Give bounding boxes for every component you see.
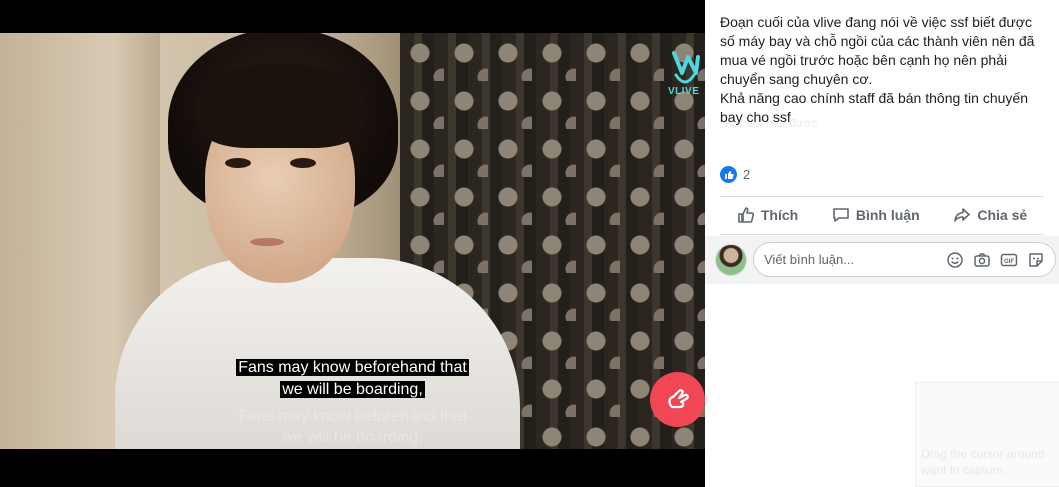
comment-input-icons: GIF	[946, 251, 1045, 269]
like-button[interactable]: Thích	[737, 206, 798, 224]
post-paragraph-1: Đoạn cuối của vlive đang nói về việc ssf…	[720, 14, 1035, 87]
ghost-text: việc ssf biết được	[723, 116, 818, 130]
post-body: Đoạn cuối của vlive đang nói về việc ssf…	[720, 13, 1050, 127]
share-icon	[954, 208, 971, 222]
divider-top	[720, 196, 1044, 197]
person-left-eye	[225, 158, 251, 168]
person-bangs	[196, 63, 366, 148]
subtitle-line-1: Fans may know beforehand that	[236, 359, 469, 376]
comment-placeholder: Viết bình luận...	[764, 252, 855, 267]
camera-icon[interactable]	[973, 251, 991, 269]
svg-text:GIF: GIF	[1004, 259, 1014, 265]
heart-button[interactable]	[650, 372, 705, 427]
emoji-icon[interactable]	[946, 251, 964, 269]
vlive-logo-text: VLIVE	[668, 86, 700, 97]
person-right-eye	[290, 158, 316, 168]
person-mouth	[250, 238, 284, 246]
ghost-capture-text-1: Drag the cursor around	[921, 447, 1045, 461]
action-bar: Thích Bình luận Chia sẻ	[720, 198, 1044, 232]
share-button[interactable]: Chia sẻ	[953, 206, 1027, 224]
ghost-subtitle-line-1: Fans may know beforehand that	[238, 408, 467, 425]
comment-input[interactable]: Viết bình luận... GIF	[753, 242, 1056, 277]
sticker-icon[interactable]	[1027, 251, 1045, 269]
reaction-summary[interactable]: 2	[720, 166, 750, 183]
comment-button[interactable]: Bình luận	[832, 206, 920, 224]
ghost-subtitle-line-2: we will be boarding,	[282, 429, 423, 446]
subtitle-line-2: we will be boarding,	[280, 381, 425, 398]
gif-icon[interactable]: GIF	[1000, 251, 1018, 269]
comment-icon	[833, 208, 849, 222]
thumb-icon	[738, 207, 754, 223]
media-viewer: VLIVE Fans may know beforehand that we w…	[0, 0, 705, 487]
ghost-capture-box: Drag the cursor around want to capture.	[915, 382, 1059, 487]
heart-fingers-icon	[667, 388, 689, 408]
post-panel: Đoạn cuối của vlive đang nói về việc ssf…	[705, 0, 1059, 487]
like-icon	[720, 166, 737, 183]
ghost-capture-text-2: want to capture.	[921, 463, 1007, 477]
comment-composer: Viết bình luận... GIF	[705, 236, 1059, 284]
divider-bottom	[720, 234, 1044, 235]
avatar[interactable]	[715, 244, 747, 276]
reaction-count: 2	[743, 167, 751, 182]
